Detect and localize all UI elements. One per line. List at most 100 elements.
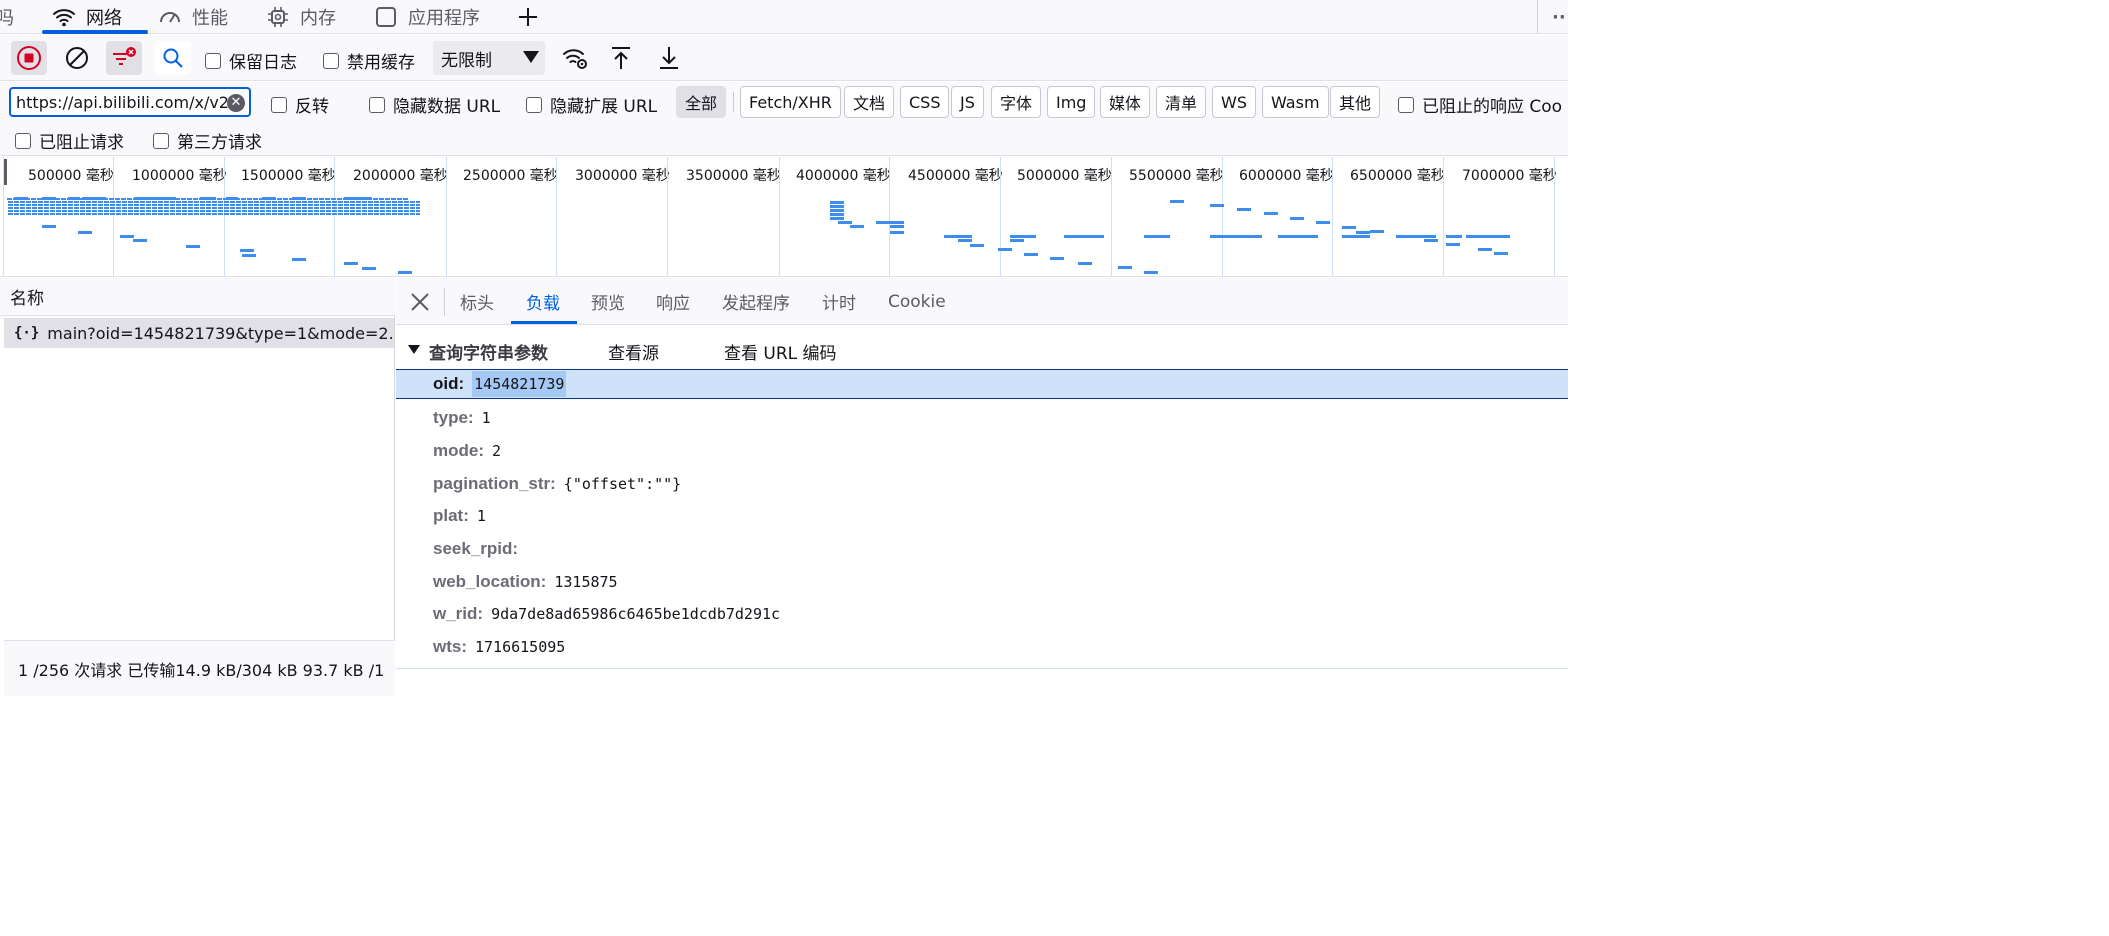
timeline-label: 4000000 毫秒 xyxy=(796,168,891,184)
tab-performance[interactable]: 性能 xyxy=(158,0,228,34)
hide-extension-url-checkbox[interactable]: 隐藏扩展 URL xyxy=(526,92,657,117)
timeline-label: 1000000 毫秒 xyxy=(132,168,227,184)
timeline-request-bar xyxy=(262,197,276,200)
param-row[interactable]: mode: 2 xyxy=(396,435,1568,467)
tab-headers[interactable]: 标头 xyxy=(460,278,494,325)
timeline-request-bar xyxy=(134,197,176,200)
export-har-button[interactable] xyxy=(651,41,687,75)
tab-application[interactable]: 应用程序 xyxy=(374,0,480,34)
timeline-request-bar xyxy=(890,225,904,228)
blocked-requests-checkbox[interactable]: 已阻止请求 xyxy=(15,128,124,153)
timeline-column: 6500000 毫秒 xyxy=(1332,157,1445,277)
filter-type-js[interactable]: JS xyxy=(951,86,984,118)
filter-type-all[interactable]: 全部 xyxy=(676,86,727,118)
search-button[interactable] xyxy=(155,41,191,75)
timeline-request-bar xyxy=(944,235,972,238)
param-row[interactable]: type: 1 xyxy=(396,402,1568,434)
hide-data-url-checkbox[interactable]: 隐藏数据 URL xyxy=(369,92,500,117)
clear-icon xyxy=(66,47,88,69)
filter-type-media[interactable]: 媒体 xyxy=(1100,86,1151,118)
param-row[interactable]: wts: 1716615095 xyxy=(396,631,1568,663)
tab-console-partial[interactable]: 吗 xyxy=(0,0,14,34)
timeline-request-bar xyxy=(1118,266,1132,269)
persist-logs-checkbox[interactable]: 保留日志 xyxy=(205,48,297,73)
param-row[interactable]: seek_rpid: xyxy=(396,533,1568,565)
timeline-label: 500000 毫秒 xyxy=(28,168,114,184)
timeline-label: 7000000 毫秒 xyxy=(1462,168,1557,184)
tab-preview[interactable]: 预览 xyxy=(591,278,625,325)
timeline-request-bar xyxy=(1478,248,1492,251)
invert-checkbox[interactable]: 反转 xyxy=(271,92,329,117)
view-url-encoded-button[interactable]: 查看 URL 编码 xyxy=(724,339,837,364)
timeline-request-bar xyxy=(8,210,420,212)
section-title[interactable]: 查询字符串参数 xyxy=(429,339,548,364)
checkbox-box xyxy=(1398,96,1414,113)
filter-type-font[interactable]: 字体 xyxy=(991,86,1042,118)
timeline-request-bar xyxy=(292,197,306,200)
request-list-header[interactable]: 名称 xyxy=(0,278,395,316)
param-row[interactable]: web_location: 1315875 xyxy=(396,566,1568,598)
filter-type-css[interactable]: CSS xyxy=(900,86,950,118)
timeline-column: 3000000 毫秒 xyxy=(556,157,670,277)
active-tab-indicator xyxy=(42,30,148,34)
url-filter-input[interactable]: https://api.bilibili.com/x/v2 ✕ xyxy=(9,87,251,117)
overflow-menu-button[interactable]: ·· xyxy=(1552,0,1566,34)
filter-type-img[interactable]: Img xyxy=(1047,86,1096,118)
filter-type-other[interactable]: 其他 xyxy=(1330,86,1381,118)
throttle-select[interactable]: 无限制 xyxy=(433,41,545,75)
param-row[interactable]: pagination_str: {"offset":""} xyxy=(396,468,1568,500)
timeline-request-bar xyxy=(1144,235,1170,238)
timeline-request-bar xyxy=(830,201,844,204)
add-tab-button[interactable] xyxy=(516,0,540,34)
clear-button[interactable] xyxy=(59,41,95,75)
view-source-button[interactable]: 查看源 xyxy=(608,339,659,364)
waterfall-overview[interactable]: 500000 毫秒 1000000 毫秒 1500000 毫秒 2000000 … xyxy=(0,157,1568,277)
timeline-request-bar xyxy=(1356,231,1370,234)
timeline-label: 5000000 毫秒 xyxy=(1017,168,1112,184)
detail-tab-bar: 标头 负载 预览 响应 发起程序 计时 Cookie xyxy=(396,278,1568,325)
param-row[interactable]: plat: 1 xyxy=(396,500,1568,532)
timeline-request-bar xyxy=(398,271,412,274)
request-blocking-button[interactable] xyxy=(106,41,142,75)
query-params-section-header: 查询字符串参数 查看源 查看 URL 编码 xyxy=(396,330,1568,368)
timeline-request-bar xyxy=(8,213,420,215)
expand-triangle-icon[interactable] xyxy=(408,345,420,354)
timeline-column: 500000 毫秒 xyxy=(3,157,114,277)
filter-type-wasm[interactable]: Wasm xyxy=(1262,86,1329,118)
timeline-request-bar xyxy=(1342,226,1356,229)
timeline-request-bar xyxy=(242,254,256,257)
request-row[interactable]: {·} main?oid=1454821739&type=1&mode=2... xyxy=(4,318,394,348)
timeline-column xyxy=(1554,157,1555,277)
tab-timings[interactable]: 计时 xyxy=(822,278,856,325)
tab-initiator[interactable]: 发起程序 xyxy=(722,278,790,325)
timeline-request-bar xyxy=(1144,271,1158,274)
network-toolbar: 保留日志 禁用缓存 无限制 xyxy=(0,35,1568,81)
timeline-request-bar xyxy=(1316,221,1330,224)
filter-type-ws[interactable]: WS xyxy=(1212,86,1256,118)
tab-network[interactable]: 网络 xyxy=(52,0,122,34)
import-har-button[interactable] xyxy=(603,41,639,75)
timeline-column: 5000000 毫秒 xyxy=(1000,157,1112,277)
param-row[interactable]: w_rid: 9da7de8ad65986c6465be1dcdb7d291c xyxy=(396,598,1568,630)
tab-cookies[interactable]: Cookie xyxy=(888,278,946,325)
third-party-checkbox[interactable]: 第三方请求 xyxy=(153,128,262,153)
filter-type-doc[interactable]: 文档 xyxy=(844,86,895,118)
tab-memory[interactable]: 内存 xyxy=(266,0,336,34)
checkbox-box xyxy=(323,52,339,69)
timeline-request-bar xyxy=(133,239,147,242)
tab-payload[interactable]: 负载 xyxy=(526,278,560,325)
blocked-response-checkbox[interactable]: 已阻止的响应 Coo xyxy=(1398,92,1562,117)
timeline-label: 3000000 毫秒 xyxy=(575,168,670,184)
network-settings-button[interactable] xyxy=(557,41,593,75)
clear-filter-icon[interactable]: ✕ xyxy=(227,94,245,112)
horizontal-scrollbar[interactable] xyxy=(396,668,1568,696)
timeline-request-bar xyxy=(1264,212,1278,215)
param-row[interactable]: oid: 1454821739 xyxy=(396,369,1568,399)
timeline-request-bar xyxy=(344,262,358,265)
tab-response[interactable]: 响应 xyxy=(656,278,690,325)
close-detail-button[interactable] xyxy=(408,290,432,314)
disable-cache-checkbox[interactable]: 禁用缓存 xyxy=(323,48,415,73)
record-button[interactable] xyxy=(11,41,47,75)
filter-type-fetch-xhr[interactable]: Fetch/XHR xyxy=(740,86,841,118)
filter-type-manifest[interactable]: 清单 xyxy=(1156,86,1207,118)
